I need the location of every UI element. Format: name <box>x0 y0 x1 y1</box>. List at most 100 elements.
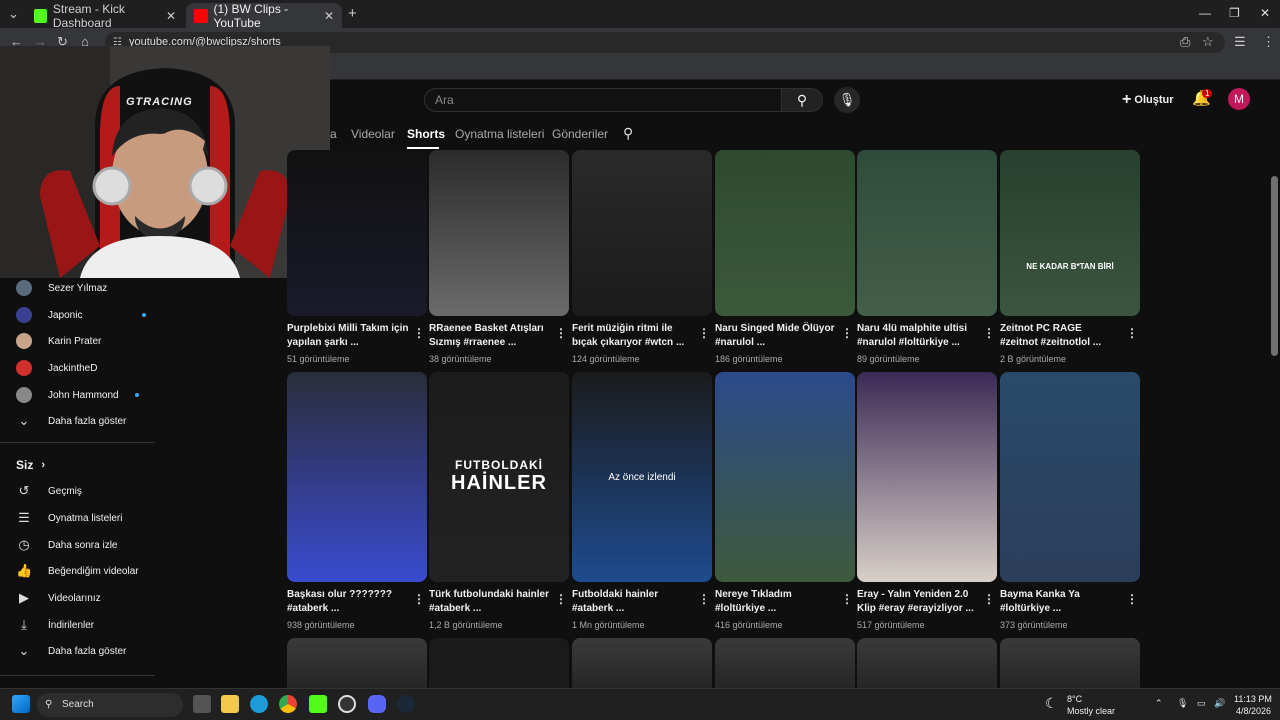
more-options-icon[interactable]: ⋮ <box>698 326 710 340</box>
discord-icon[interactable] <box>368 695 386 713</box>
short-title[interactable]: Eray - Yalın Yeniden 2.0 Klip #eray #era… <box>857 588 979 616</box>
sidebar-subscription-jackinthed[interactable]: JackintheD <box>16 358 97 378</box>
maximize-icon[interactable]: ❐ <box>1229 6 1240 20</box>
sidebar-show-more-2[interactable]: ⌄ Daha fazla göster <box>16 641 127 661</box>
sidebar-item-history[interactable]: ↺ Geçmiş <box>16 481 82 501</box>
tab-home-partial[interactable]: a <box>330 127 337 141</box>
short-title[interactable]: Ferit müziğin ritmi ile bıçak çıkarıyor … <box>572 322 694 350</box>
kick-app-icon[interactable] <box>309 695 327 713</box>
volume-icon[interactable]: 🔊 <box>1214 698 1225 709</box>
new-tab-icon[interactable]: + <box>348 5 357 22</box>
channel-search-icon[interactable]: ⚲ <box>623 125 633 142</box>
more-options-icon[interactable]: ⋮ <box>413 592 425 606</box>
short-title[interactable]: RRaenee Basket Atışları Sızmış #rraenee … <box>429 322 551 350</box>
obs-icon[interactable] <box>338 695 356 713</box>
short-title[interactable]: Zeitnot PC RAGE #zeitnot #zeitnotlol ... <box>1000 322 1122 350</box>
sidebar-subscription-japonic[interactable]: Japonic <box>16 305 147 325</box>
windows-start-icon[interactable] <box>12 695 30 713</box>
short-thumbnail[interactable] <box>287 638 427 690</box>
search-input[interactable]: Ara <box>424 88 782 112</box>
search-button[interactable]: ⚲ <box>781 88 823 112</box>
short-thumbnail[interactable] <box>572 638 712 690</box>
sidebar-item-watch-later[interactable]: ◷ Daha sonra izle <box>16 535 117 555</box>
short-thumbnail[interactable] <box>429 638 569 690</box>
sidebar-subscription-sezer[interactable]: Sezer Yılmaz <box>16 278 107 298</box>
more-options-icon[interactable]: ⋮ <box>1126 326 1138 340</box>
sidebar-item-your-videos[interactable]: ▶ Videolarınız <box>16 588 101 608</box>
install-app-icon[interactable]: ⎙ <box>1180 34 1190 50</box>
create-button[interactable]: + Oluştur <box>1122 91 1174 109</box>
more-options-icon[interactable]: ⋮ <box>555 326 567 340</box>
minimize-icon[interactable]: — <box>1199 6 1211 20</box>
close-tab-icon[interactable]: ✕ <box>324 9 334 23</box>
scrollbar-thumb[interactable] <box>1271 176 1278 356</box>
short-title[interactable]: Bayma Kanka Ya #loltürkiye ... <box>1000 588 1122 616</box>
short-thumbnail[interactable] <box>1000 372 1140 582</box>
short-thumbnail[interactable] <box>572 150 712 316</box>
tab-search-icon[interactable]: ⌄ <box>8 6 19 22</box>
short-title[interactable]: Başkası olur ??????? #ataberk ... <box>287 588 409 616</box>
account-avatar[interactable]: M <box>1228 88 1250 110</box>
file-explorer-icon[interactable] <box>221 695 239 713</box>
short-title[interactable]: Naru Singed Mide Ölüyor #narulol ... <box>715 322 837 350</box>
close-window-icon[interactable]: ✕ <box>1260 6 1270 20</box>
more-options-icon[interactable]: ⋮ <box>413 326 425 340</box>
short-thumbnail[interactable] <box>287 372 427 582</box>
short-thumbnail[interactable] <box>857 372 997 582</box>
short-thumbnail[interactable] <box>429 150 569 316</box>
sidebar-item-downloads[interactable]: ⤓ İndirilenler <box>16 615 94 635</box>
short-thumbnail[interactable] <box>715 638 855 690</box>
voice-search-button[interactable]: 🎙 <box>834 87 860 113</box>
steam-icon[interactable] <box>397 695 415 713</box>
task-view-icon[interactable] <box>193 695 211 713</box>
more-options-icon[interactable]: ⋮ <box>1126 592 1138 606</box>
edge-icon[interactable] <box>250 695 268 713</box>
short-view-count: 938 görüntüleme <box>287 620 355 630</box>
short-thumbnail[interactable] <box>857 638 997 690</box>
bookmark-star-icon[interactable]: ☆ <box>1202 34 1214 50</box>
extensions-icon[interactable]: ☰ <box>1234 34 1246 50</box>
browser-menu-icon[interactable]: ⋮ <box>1262 34 1275 50</box>
short-title[interactable]: Türk futbolundaki hainler #ataberk ... <box>429 588 551 616</box>
chair-brand-logo: GTRACING <box>126 96 193 108</box>
tray-chevron-icon[interactable]: ⌃ <box>1155 698 1163 709</box>
short-title[interactable]: Purplebixi Milli Takım için yapılan şark… <box>287 322 409 350</box>
more-options-icon[interactable]: ⋮ <box>983 326 995 340</box>
close-tab-icon[interactable]: ✕ <box>166 9 176 23</box>
chrome-icon[interactable] <box>279 695 297 713</box>
sidebar-you-header[interactable]: Siz › <box>16 455 45 475</box>
tab-playlists[interactable]: Oynatma listeleri <box>455 127 544 141</box>
tab-shorts[interactable]: Shorts <box>407 127 445 141</box>
browser-tab-kick[interactable]: Stream - Kick Dashboard ✕ <box>26 2 184 30</box>
sidebar-item-liked[interactable]: 👍 Beğendiğim videolar <box>16 561 139 581</box>
short-thumbnail[interactable] <box>857 150 997 316</box>
short-title[interactable]: Naru 4lü malphite ultisi #narulol #loltü… <box>857 322 979 350</box>
more-options-icon[interactable]: ⋮ <box>983 592 995 606</box>
create-label: Oluştur <box>1134 93 1174 106</box>
short-thumbnail[interactable] <box>1000 638 1140 690</box>
sidebar-show-more[interactable]: ⌄ Daha fazla göster <box>16 411 127 431</box>
short-thumbnail[interactable] <box>715 372 855 582</box>
taskbar-search[interactable]: ⚲ Search <box>37 693 183 717</box>
more-options-icon[interactable]: ⋮ <box>555 592 567 606</box>
browser-tab-youtube[interactable]: (1) BW Clips - YouTube ✕ <box>186 2 342 30</box>
tab-videos[interactable]: Videolar <box>351 127 395 141</box>
more-options-icon[interactable]: ⋮ <box>698 592 710 606</box>
clock-date[interactable]: 4/8/2026 <box>1236 706 1271 716</box>
network-icon[interactable]: ▭ <box>1197 698 1206 709</box>
short-title[interactable]: Nereye Tıkladım #loltürkiye ... <box>715 588 837 616</box>
sidebar-subscription-karin[interactable]: Karin Prater <box>16 331 101 351</box>
more-options-icon[interactable]: ⋮ <box>841 592 853 606</box>
short-thumbnail[interactable] <box>287 150 427 316</box>
short-thumbnail[interactable] <box>715 150 855 316</box>
weather-icon[interactable]: ☾ <box>1045 695 1058 712</box>
clock-time[interactable]: 11:13 PM <box>1234 694 1272 704</box>
short-title[interactable]: Futboldaki hainler #ataberk ... <box>572 588 694 616</box>
tab-posts[interactable]: Gönderiler <box>552 127 608 141</box>
short-thumbnail[interactable] <box>1000 150 1140 316</box>
sidebar-subscription-john[interactable]: John Hammond <box>16 385 139 405</box>
shorts-grid: Purplebixi Milli Takım için yapılan şark… <box>283 150 1143 690</box>
sidebar-item-playlists[interactable]: ☰ Oynatma listeleri <box>16 508 122 528</box>
more-options-icon[interactable]: ⋮ <box>841 326 853 340</box>
mic-tray-icon[interactable]: 🎙 <box>1177 698 1188 709</box>
